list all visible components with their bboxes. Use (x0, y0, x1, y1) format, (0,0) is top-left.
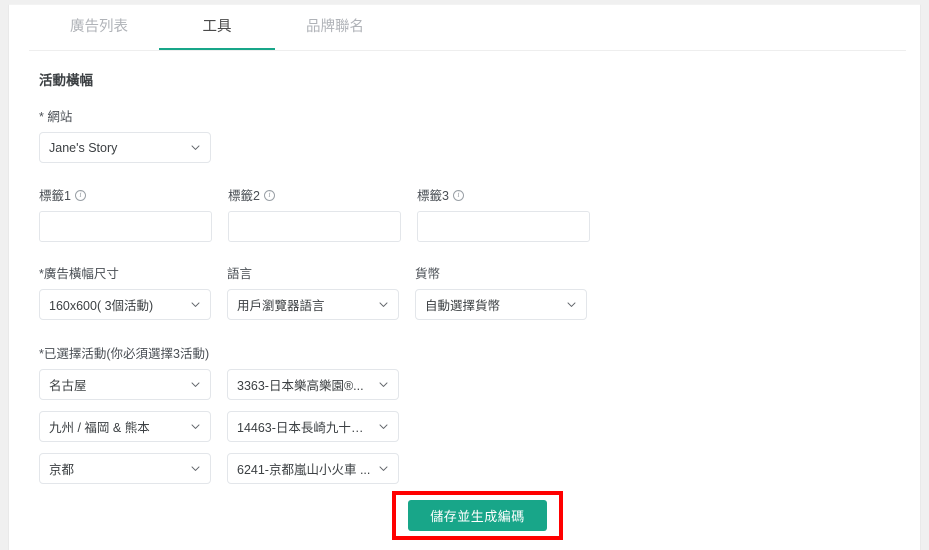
tag3-label: 標籤3 (417, 185, 590, 204)
activity-region-select[interactable]: 名古屋 (39, 369, 211, 400)
banner-size-field: *廣告橫幅尺寸 160x600( 3個活動) (39, 263, 211, 320)
currency-value: 自動選擇貨幣 (425, 299, 501, 313)
tab-label: 工具 (202, 19, 232, 35)
currency-field: 貨幣 自動選擇貨幣 (415, 263, 587, 320)
currency-select[interactable]: 自動選擇貨幣 (415, 289, 587, 320)
info-icon[interactable] (263, 189, 275, 201)
tag1-field: 標籤1 (39, 185, 212, 242)
page-card: 廣告列表 工具 品牌聯名 活動橫幅 * 網站 Jane's Story 標籤1i… (8, 4, 921, 550)
activity-item-value: 14463-日本長崎九十九... (237, 421, 374, 435)
tag1-label: 標籤1 (39, 185, 212, 204)
activity-region-select[interactable]: 京都 (39, 453, 211, 484)
tag1-label-text: 標籤1 (39, 189, 71, 203)
activity-item-field: 3363-日本樂高樂園®... (227, 369, 399, 400)
language-select[interactable]: 用戶瀏覽器語言 (227, 289, 399, 320)
tab-label: 廣告列表 (70, 19, 128, 35)
chevron-down-icon (190, 421, 201, 432)
chevron-down-icon (190, 299, 201, 310)
tag3-field: 標籤3 (417, 185, 590, 242)
activity-item-select[interactable]: 14463-日本長崎九十九... (227, 411, 399, 442)
activity-item-select[interactable]: 6241-京都嵐山小火車 ... (227, 453, 399, 484)
site-label: * 網站 (39, 110, 73, 124)
form-content: 活動橫幅 * 網站 Jane's Story 標籤1i 標籤2i 標籤3i *廣… (9, 51, 920, 484)
activity-region-field: 京都 (39, 453, 211, 484)
chevron-down-icon (378, 299, 389, 310)
tab-ad-list[interactable]: 廣告列表 (31, 5, 167, 51)
tag2-label: 標籤2 (228, 185, 401, 204)
tab-brand-collab[interactable]: 品牌聯名 (267, 5, 403, 51)
tag2-input[interactable] (228, 211, 401, 242)
chevron-down-icon (190, 379, 201, 390)
language-label: 語言 (227, 267, 253, 281)
activity-region-value: 京都 (49, 463, 75, 477)
tab-label: 品牌聯名 (306, 19, 364, 35)
activity-row: 名古屋 3363-日本樂高樂園®... (39, 369, 900, 400)
activity-region-field: 九州 / 福岡 & 熊本 (39, 411, 211, 442)
activity-item-select[interactable]: 3363-日本樂高樂園®... (227, 369, 399, 400)
activity-region-field: 名古屋 (39, 369, 211, 400)
size-language-currency-row: *廣告橫幅尺寸 160x600( 3個活動) 語言 用戶瀏覽器語言 貨幣 自動選… (39, 263, 900, 320)
activity-row: 九州 / 福岡 & 熊本 14463-日本長崎九十九... (39, 411, 900, 442)
info-icon[interactable] (74, 189, 86, 201)
tag3-label-text: 標籤3 (417, 189, 449, 203)
section-title: 活動橫幅 (39, 73, 93, 88)
save-button-highlight: 儲存並生成編碼 (392, 491, 563, 540)
info-icon[interactable] (452, 189, 464, 201)
site-select[interactable]: Jane's Story (39, 132, 211, 163)
chevron-down-icon (190, 463, 201, 474)
language-field: 語言 用戶瀏覽器語言 (227, 263, 399, 320)
site-row: * 網站 Jane's Story (39, 106, 900, 163)
currency-label: 貨幣 (415, 267, 441, 281)
activity-item-field: 6241-京都嵐山小火車 ... (227, 453, 399, 484)
banner-size-label: *廣告橫幅尺寸 (39, 267, 119, 281)
banner-size-select[interactable]: 160x600( 3個活動) (39, 289, 211, 320)
activities-section: *已選擇活動(你必須選擇3活動) 名古屋 3363-日本樂高樂園®... 九州 … (39, 343, 900, 484)
tag2-label-text: 標籤2 (228, 189, 260, 203)
tags-row: 標籤1 標籤2 標籤3 (39, 185, 900, 242)
activity-region-value: 名古屋 (49, 379, 87, 393)
activity-item-value: 6241-京都嵐山小火車 ... (237, 463, 371, 477)
chevron-down-icon (190, 142, 201, 153)
site-field: * 網站 Jane's Story (39, 106, 211, 163)
activity-region-select[interactable]: 九州 / 福岡 & 熊本 (39, 411, 211, 442)
tag3-input[interactable] (417, 211, 590, 242)
tab-bar: 廣告列表 工具 品牌聯名 (9, 5, 920, 51)
chevron-down-icon (378, 421, 389, 432)
tab-tools[interactable]: 工具 (159, 5, 275, 51)
activity-item-field: 14463-日本長崎九十九... (227, 411, 399, 442)
banner-size-value: 160x600( 3個活動) (49, 299, 154, 313)
chevron-down-icon (378, 463, 389, 474)
activity-item-value: 3363-日本樂高樂園®... (237, 379, 364, 393)
save-and-generate-code-button[interactable]: 儲存並生成編碼 (408, 500, 547, 531)
site-value: Jane's Story (49, 140, 118, 155)
chevron-down-icon (566, 299, 577, 310)
activity-region-value: 九州 / 福岡 & 熊本 (49, 421, 150, 435)
language-value: 用戶瀏覽器語言 (237, 299, 325, 313)
activities-label: *已選擇活動(你必須選擇3活動) (39, 347, 210, 361)
tag2-field: 標籤2 (228, 185, 401, 242)
chevron-down-icon (378, 379, 389, 390)
activity-row: 京都 6241-京都嵐山小火車 ... (39, 453, 900, 484)
tag1-input[interactable] (39, 211, 212, 242)
